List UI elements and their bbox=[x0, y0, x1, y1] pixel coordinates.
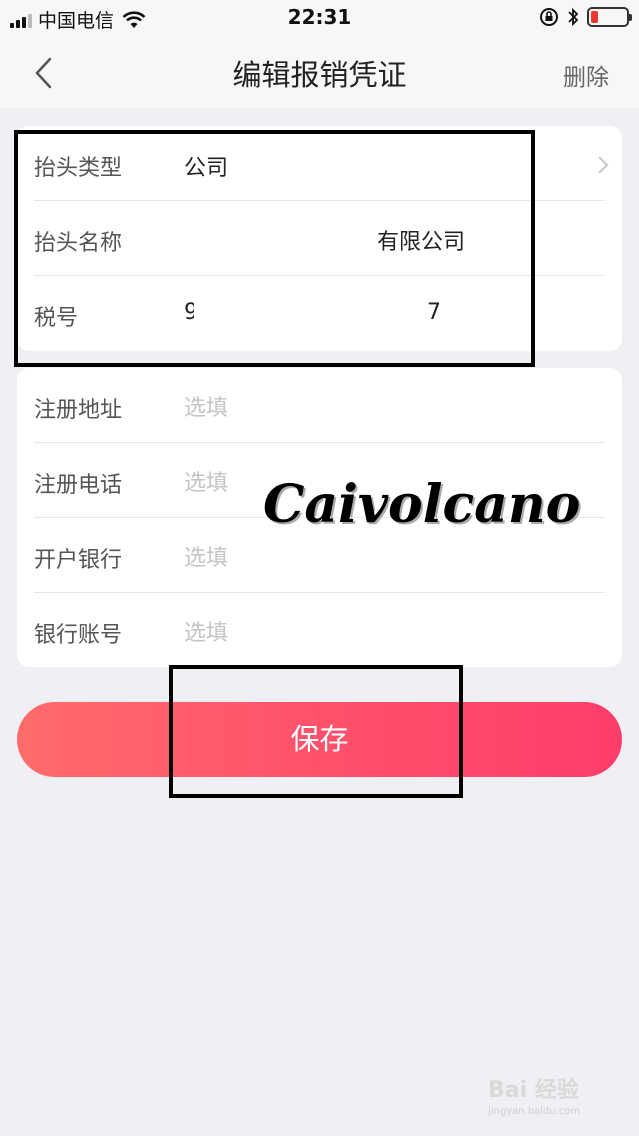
registered-address-label: 注册地址 bbox=[34, 398, 123, 423]
page-title: 编辑报销凭证 bbox=[232, 58, 407, 92]
baidu-url: jingyan.baidu.com bbox=[488, 1106, 581, 1117]
registered-address-input[interactable]: 选填 bbox=[184, 390, 228, 422]
bank-name-label: 开户银行 bbox=[34, 548, 123, 573]
delete-button[interactable]: 删除 bbox=[563, 58, 609, 92]
status-right bbox=[539, 7, 632, 27]
rotation-lock-icon bbox=[540, 8, 558, 26]
baidu-jingyan-watermark: Bai 经验 jingyan.baidu.com bbox=[488, 1072, 618, 1118]
annotation-box-header bbox=[14, 130, 535, 367]
annotation-box-save bbox=[169, 665, 463, 798]
baidu-brand: Bai 经验 bbox=[488, 1078, 579, 1103]
registered-phone-label: 注册电话 bbox=[34, 473, 123, 498]
status-bar: 中国电信 22:31 bbox=[0, 0, 639, 36]
registered-address-row[interactable]: 注册地址 选填 bbox=[17, 368, 622, 443]
bank-account-input[interactable]: 选填 bbox=[184, 615, 228, 647]
battery-icon bbox=[587, 7, 632, 27]
bluetooth-icon bbox=[568, 7, 579, 27]
bank-account-label: 银行账号 bbox=[34, 623, 123, 648]
nav-bar: 编辑报销凭证 删除 bbox=[0, 36, 639, 108]
bank-name-input[interactable]: 选填 bbox=[184, 540, 228, 572]
registered-phone-input[interactable]: 选填 bbox=[184, 465, 228, 497]
chevron-right-icon bbox=[598, 156, 609, 174]
bank-account-row[interactable]: 银行账号 选填 bbox=[17, 593, 622, 668]
caivolcano-watermark: Caivolcano bbox=[263, 474, 581, 535]
